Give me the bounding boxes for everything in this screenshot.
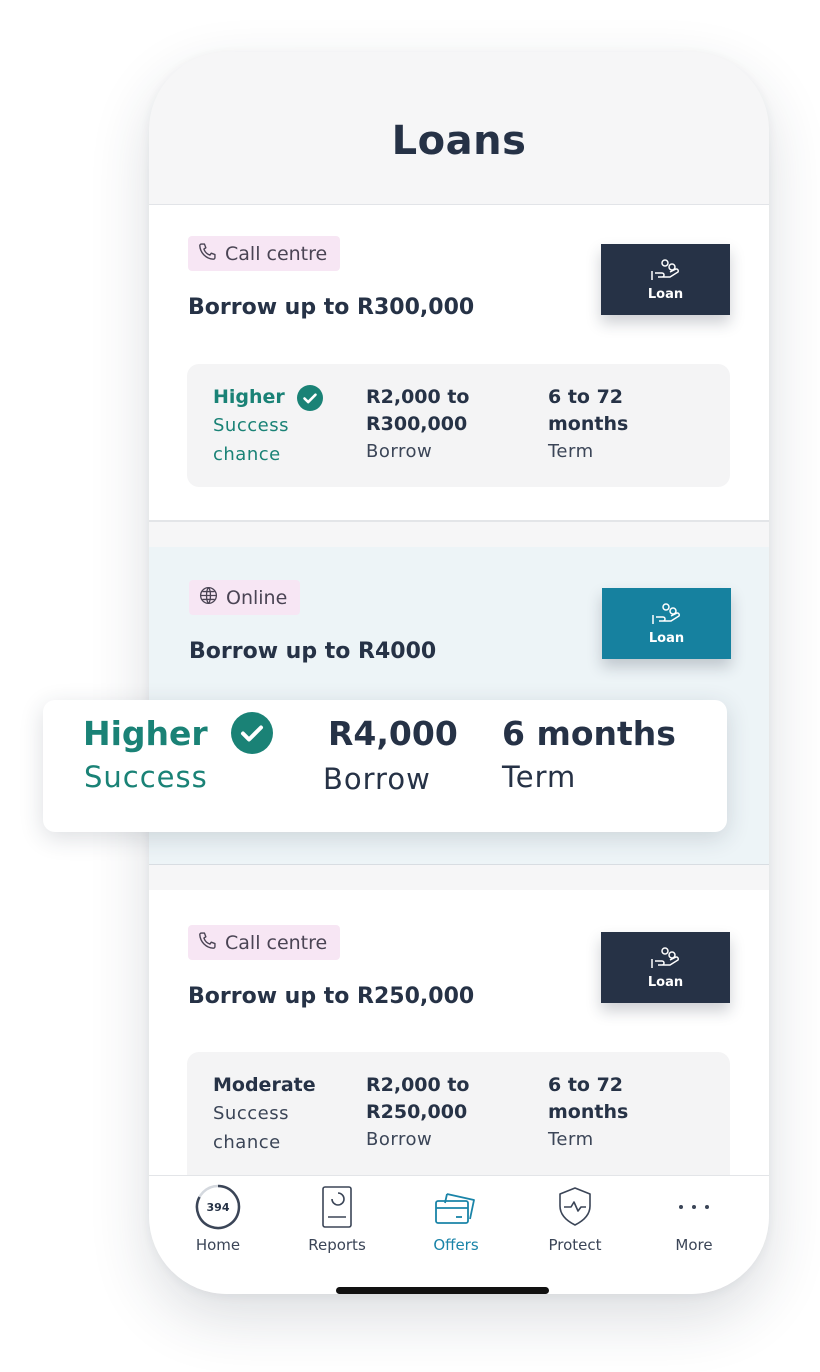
page-title: Loans <box>391 118 527 164</box>
nav-reports-label: Reports <box>308 1236 366 1254</box>
term-label: Term <box>548 1129 594 1150</box>
loan-badge-label: Loan <box>648 630 685 646</box>
hand-coins-icon <box>650 946 679 968</box>
nav-offers[interactable]: Offers <box>401 1184 511 1254</box>
offer-card[interactable]: Call centre Borrow up to R250,000 Loan M… <box>149 890 769 1192</box>
chance-level: Higher <box>83 711 274 754</box>
loan-term: 6 to 72 months Term <box>548 384 628 465</box>
channel-label: Online <box>226 586 288 609</box>
loan-term: 6 to 72 months Term <box>548 1072 628 1153</box>
borrow-amount: R2,000 to R250,000 Borrow <box>366 1072 469 1153</box>
chance-level: Moderate <box>213 1074 316 1096</box>
nav-home-label: Home <box>195 1236 241 1254</box>
loan-term: 6 months <box>502 714 676 753</box>
channel-chip: Call centre <box>188 236 341 271</box>
shield-icon <box>559 1187 591 1226</box>
borrow-label: Borrow <box>366 441 433 462</box>
term-label: Term <box>548 441 594 462</box>
phone-icon <box>197 241 218 267</box>
borrow-label: Borrow <box>366 1129 433 1150</box>
chance-level: Higher <box>213 386 285 408</box>
nav-protect[interactable]: Protect <box>520 1184 630 1254</box>
nav-more[interactable]: More <box>639 1184 749 1254</box>
term-label: Term <box>502 760 577 794</box>
chance-label: chance <box>213 444 281 465</box>
offer-stats: Moderate Success chance R2,000 to R250,0… <box>187 1052 730 1190</box>
nav-protect-label: Protect <box>548 1236 602 1254</box>
channel-label: Call centre <box>225 931 328 954</box>
loan-badge-label: Loan <box>647 974 684 990</box>
credit-score: 394 <box>207 1201 230 1214</box>
borrow-label: Borrow <box>323 762 431 796</box>
featured-offer-stats: Higher Success R4,000 Borrow 6 months Te… <box>43 700 727 832</box>
success-chance: Higher Success chance <box>213 384 324 468</box>
offer-headline: Borrow up to R4000 <box>189 639 437 664</box>
loan-badge: Loan <box>601 244 730 315</box>
loan-badge: Loan <box>602 588 731 659</box>
bottom-nav: 394 Home Reports Offers Protect More <box>149 1175 769 1294</box>
check-circle-icon <box>231 711 274 754</box>
loan-badge: Loan <box>601 932 730 1003</box>
offer-headline: Borrow up to R300,000 <box>188 295 475 320</box>
borrow-amount: R2,000 to R300,000 Borrow <box>366 384 469 465</box>
nav-reports[interactable]: Reports <box>282 1184 392 1254</box>
chance-label: Success <box>213 1103 289 1124</box>
channel-chip: Online <box>189 580 301 615</box>
phone-frame: Loans Call centre Borrow up to R300,000 … <box>149 52 769 1294</box>
loan-badge-label: Loan <box>647 286 684 302</box>
nav-more-label: More <box>675 1236 713 1254</box>
offer-stats: Higher Success chance R2,000 to R300,000… <box>187 364 730 487</box>
channel-label: Call centre <box>225 242 328 265</box>
globe-icon <box>198 585 219 611</box>
chance-label: Success <box>84 760 208 794</box>
cards-icon <box>435 1193 475 1224</box>
chance-label: Success <box>213 415 289 436</box>
nav-offers-label: Offers <box>433 1236 479 1254</box>
success-chance: Moderate Success chance <box>213 1072 316 1156</box>
borrow-amount: R4,000 <box>328 714 458 753</box>
more-dots-icon <box>679 1205 709 1209</box>
hand-coins-icon <box>651 602 680 624</box>
offer-card[interactable]: Call centre Borrow up to R300,000 Loan H… <box>149 205 769 522</box>
chance-label: chance <box>213 1132 281 1153</box>
home-indicator <box>336 1287 549 1294</box>
nav-home[interactable]: 394 Home <box>163 1184 273 1254</box>
channel-chip: Call centre <box>188 925 341 960</box>
hand-coins-icon <box>650 258 679 280</box>
report-icon <box>322 1186 352 1228</box>
score-ring-icon: 394 <box>195 1184 241 1230</box>
check-circle-icon <box>297 384 324 411</box>
phone-icon <box>197 930 218 956</box>
offer-headline: Borrow up to R250,000 <box>188 984 475 1009</box>
